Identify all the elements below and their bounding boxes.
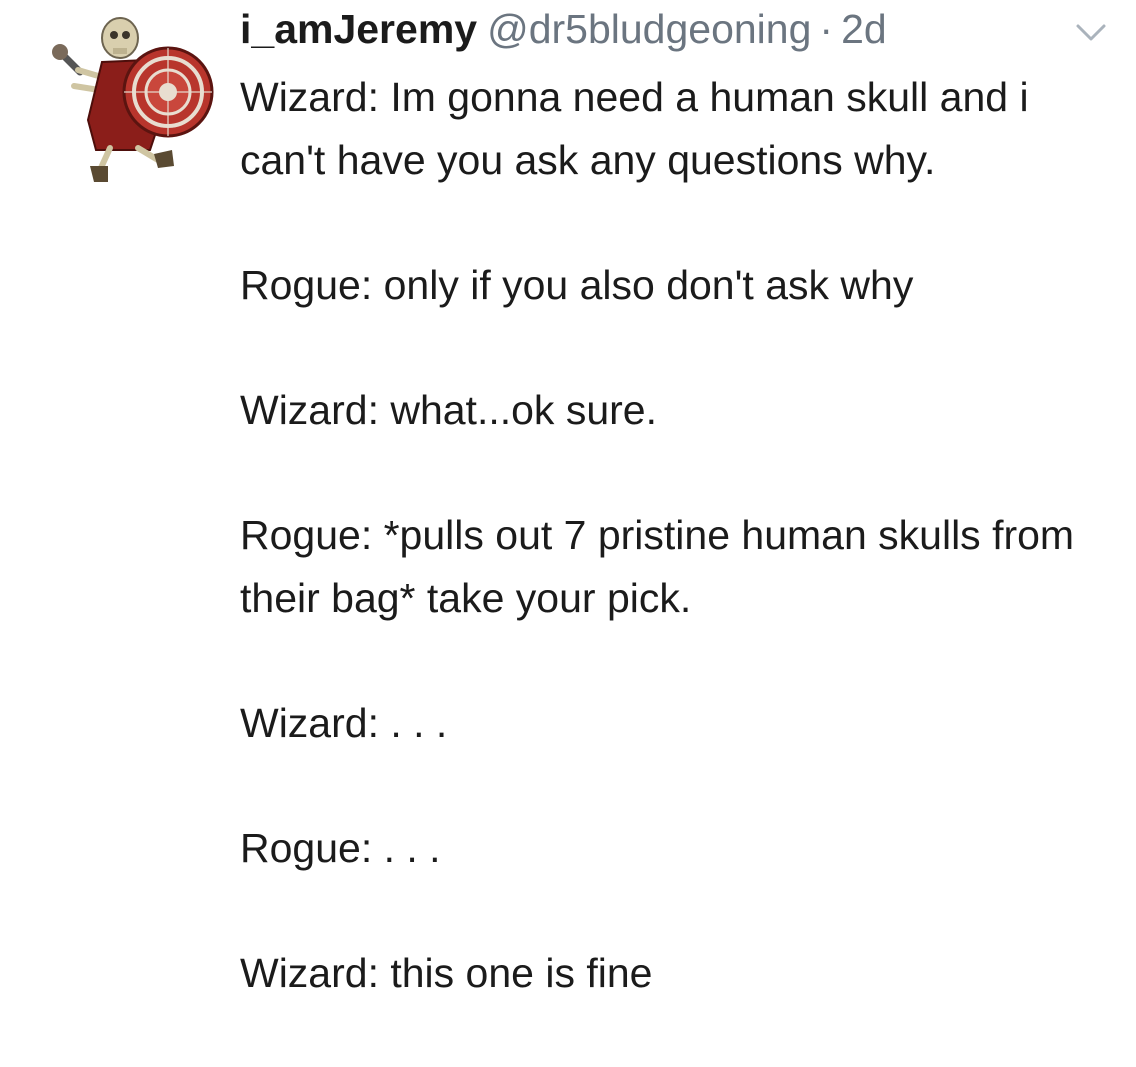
- tweet-header: i_amJeremy @dr5bludgeoning · 2d: [240, 6, 887, 62]
- tweet-paragraph: Wizard: Im gonna need a human skull and …: [240, 74, 1029, 183]
- timestamp[interactable]: 2d: [841, 6, 887, 53]
- tweet-paragraph: Rogue: only if you also don't ask why: [240, 262, 914, 308]
- tweet: i_amJeremy @dr5bludgeoning · 2d Wizard: …: [0, 0, 1136, 1067]
- tweet-paragraph: Rogue: . . .: [240, 825, 441, 871]
- display-name[interactable]: i_amJeremy: [240, 6, 477, 53]
- separator-dot: ·: [819, 6, 834, 52]
- tweet-paragraph: Wizard: . . .: [240, 700, 448, 746]
- tweet-text: Wizard: Im gonna need a human skull and …: [240, 66, 1120, 1005]
- skeleton-warrior-icon: [52, 17, 214, 182]
- avatar[interactable]: [50, 10, 220, 190]
- tweet-paragraph: Wizard: what...ok sure.: [240, 387, 657, 433]
- tweet-paragraph: Wizard: this one is fine: [240, 950, 653, 996]
- chevron-down-icon: [1076, 24, 1106, 41]
- tweet-paragraph: Rogue: *pulls out 7 pristine human skull…: [240, 512, 1075, 621]
- user-handle[interactable]: @dr5bludgeoning: [487, 6, 811, 53]
- tweet-menu-button[interactable]: [1074, 20, 1108, 46]
